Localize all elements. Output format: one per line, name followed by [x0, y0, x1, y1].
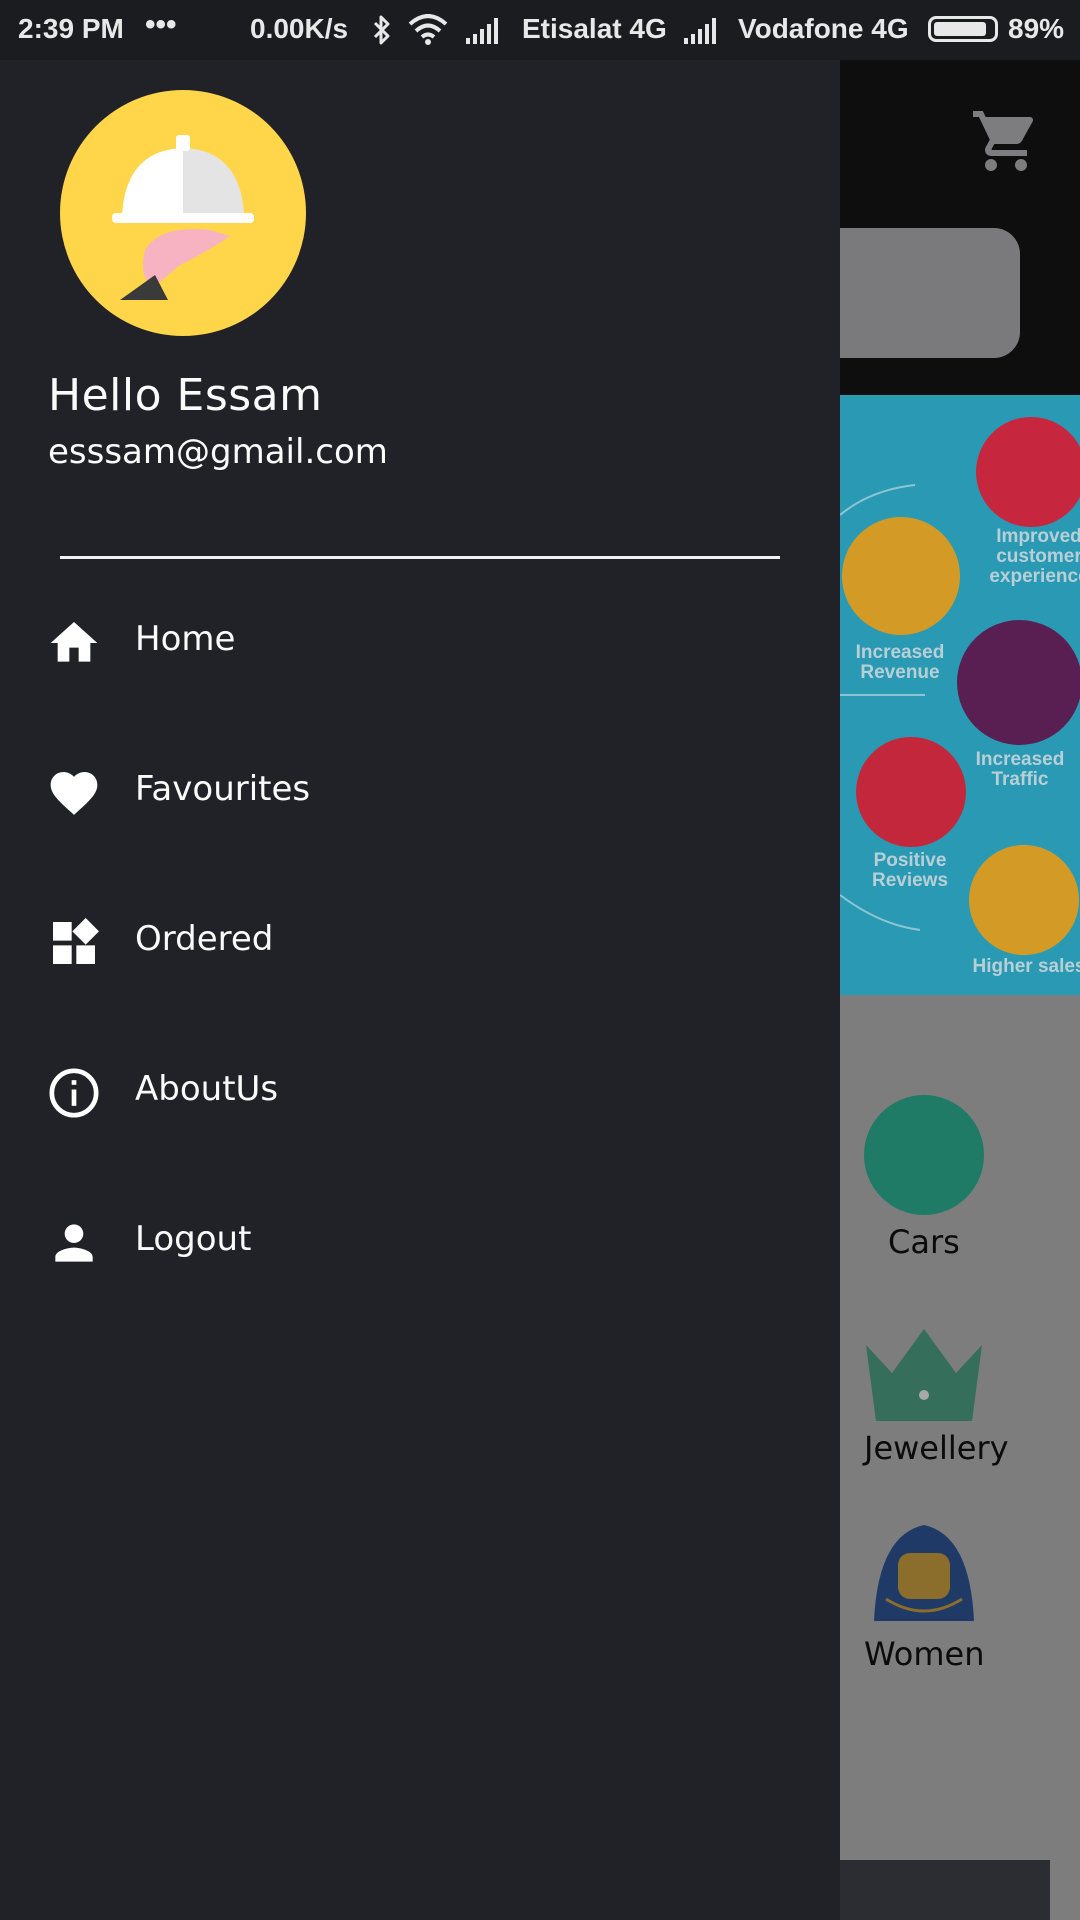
phone-traffic-badge — [957, 620, 1080, 745]
signal-icon-1 — [466, 18, 498, 44]
signal-icon-2 — [684, 18, 716, 44]
battery-fill — [934, 22, 986, 36]
menu-item-logout[interactable]: Logout — [0, 1185, 840, 1295]
menu-label-aboutus: AboutUs — [135, 1069, 279, 1109]
banner-label-traffic: Increased Traffic — [975, 749, 1065, 790]
banner-label-reviews: Positive Reviews — [871, 850, 949, 891]
category-women-label[interactable]: Women — [864, 1635, 984, 1673]
food-cloche-icon — [112, 135, 254, 300]
status-network-speed: 0.00K/s — [250, 13, 349, 44]
status-more-dots: ••• — [145, 8, 177, 41]
crown-icon[interactable] — [864, 1325, 984, 1435]
car-icon[interactable] — [864, 1095, 984, 1215]
category-jewellery-label[interactable]: Jewellery — [864, 1429, 1009, 1467]
menu-label-ordered: Ordered — [135, 919, 274, 959]
status-carrier-1: Etisalat 4G — [522, 13, 667, 44]
bluetooth-icon — [373, 15, 390, 45]
dashboard-icon — [53, 918, 99, 964]
person-icon — [55, 1224, 93, 1262]
menu-item-favourites[interactable]: Favourites — [0, 735, 840, 845]
truck-badge — [969, 845, 1079, 955]
cart-icon[interactable] — [970, 105, 1042, 177]
status-carrier-2: Vodafone 4G — [738, 13, 909, 44]
thumbs-up-badge — [976, 417, 1080, 527]
menu-label-logout: Logout — [135, 1219, 252, 1259]
banner-label-improved: Improved customer experience — [989, 526, 1080, 587]
menu-item-aboutus[interactable]: AboutUs — [0, 1035, 840, 1145]
banner-label-revenue: Increased Revenue — [855, 642, 945, 683]
banner-label-sales: Higher sales — [972, 956, 1080, 977]
info-icon — [49, 1068, 99, 1118]
status-bar: 2:39 PM ••• 0.00K/s Etisalat 4G Vodafone… — [0, 0, 1080, 60]
menu-item-ordered[interactable]: Ordered — [0, 885, 840, 995]
avatar[interactable] — [60, 90, 306, 336]
status-battery-percent: 89% — [1008, 13, 1065, 44]
drawer-divider — [60, 556, 780, 559]
wifi-icon — [408, 14, 448, 45]
bottom-banner-edge — [840, 1860, 1050, 1920]
woman-icon[interactable] — [872, 1515, 976, 1621]
home-icon — [50, 622, 98, 662]
heart-icon — [50, 772, 98, 815]
category-cars-label[interactable]: Cars — [888, 1223, 960, 1261]
user-email: esssam@gmail.com — [48, 432, 388, 472]
menu-label-home: Home — [135, 619, 236, 659]
revenue-badge — [842, 517, 960, 635]
battery-icon — [928, 16, 998, 42]
menu-item-home[interactable]: Home — [0, 585, 840, 695]
navigation-drawer: Hello Essam esssam@gmail.com Home Favour… — [0, 60, 840, 1920]
reviews-badge — [856, 737, 966, 847]
status-time: 2:39 PM — [18, 13, 124, 44]
menu-label-favourites: Favourites — [135, 769, 311, 809]
user-greeting: Hello Essam — [48, 370, 323, 421]
